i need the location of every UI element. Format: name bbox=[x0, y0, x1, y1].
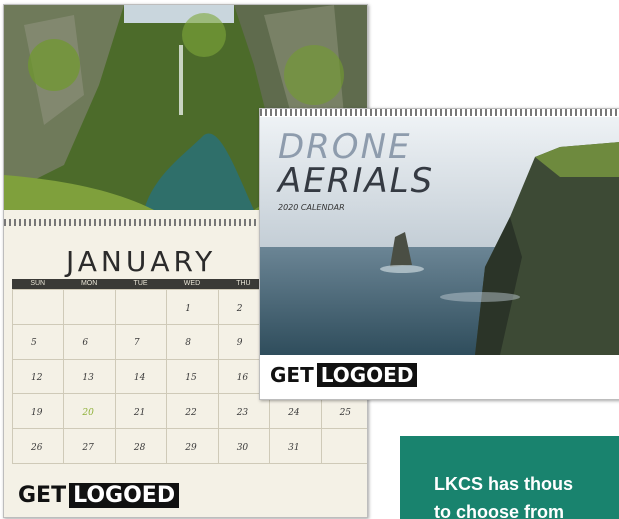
calendar-day-number: 5 bbox=[31, 338, 37, 349]
calendar-day-number: 22 bbox=[185, 407, 197, 418]
calendar-day-number: 15 bbox=[185, 373, 197, 384]
calendar-day-number: 30 bbox=[236, 442, 249, 453]
title-aerials: AERIALS bbox=[278, 161, 435, 201]
calendar-day-number: 1 bbox=[185, 303, 192, 314]
calendar-day-cell: 13 bbox=[64, 359, 116, 395]
calendar-day-number: 16 bbox=[236, 373, 249, 384]
calendar-day-cell bbox=[64, 290, 116, 325]
calendar-day-cell: 27 bbox=[64, 429, 116, 464]
cta-banner[interactable]: LKCS has thous to choose from bbox=[400, 436, 619, 519]
calendar-day-number: 8 bbox=[185, 338, 192, 349]
calendar-day-number: 29 bbox=[185, 442, 197, 453]
calendar-day-number: 6 bbox=[82, 338, 89, 349]
calendar-day-cell: 14 bbox=[115, 359, 168, 395]
front-calendar: DRONE AERIALS 2020 CALENDAR GET LOGOED bbox=[259, 108, 619, 400]
calendar-day-number: 31 bbox=[288, 442, 300, 453]
calendar-day-number: 27 bbox=[82, 442, 94, 453]
calendar-day-number: 7 bbox=[133, 338, 140, 349]
brand-get: GET bbox=[18, 483, 67, 508]
calendar-day-cell: 29 bbox=[167, 429, 219, 464]
calendar-day-cell: 12 bbox=[13, 359, 65, 395]
calendar-day-cell: 15 bbox=[167, 359, 219, 395]
brand-logo: GET LOGOED bbox=[270, 363, 418, 387]
calendar-day-cell: 31 bbox=[270, 429, 322, 464]
brand-logo: GET LOGOED bbox=[18, 483, 180, 508]
cta-text: LKCS has thous to choose from bbox=[434, 470, 573, 519]
calendar-day-cell: 19 bbox=[13, 394, 65, 430]
calendar-day-cell: 30 bbox=[218, 429, 271, 464]
calendar-day-cell bbox=[13, 290, 65, 325]
calendar-day-cell bbox=[115, 290, 168, 325]
calendar-day-cell bbox=[321, 429, 367, 464]
calendar-day-number: 23 bbox=[236, 407, 249, 418]
spiral-binding bbox=[260, 109, 619, 116]
calendar-day-cell: 28 bbox=[115, 429, 168, 464]
weekday-label: MON bbox=[80, 280, 98, 287]
weekday-label: TUE bbox=[133, 280, 148, 287]
calendar-day-number: 28 bbox=[133, 442, 146, 453]
calendar-day-number: 14 bbox=[133, 373, 146, 384]
weekday-label: SUN bbox=[30, 280, 46, 287]
cta-line-1: LKCS has thous bbox=[434, 474, 574, 494]
calendar-day-number: 13 bbox=[82, 373, 94, 384]
calendar-day-number: 24 bbox=[288, 407, 300, 418]
calendar-subtitle: 2020 CALENDAR bbox=[278, 203, 345, 212]
calendar-day-number: 2 bbox=[236, 303, 243, 314]
calendar-day-number: 12 bbox=[31, 373, 43, 384]
brand-get: GET bbox=[270, 363, 314, 387]
calendar-day-number: 9 bbox=[236, 338, 243, 349]
brand-logoed: LOGOED bbox=[316, 363, 418, 387]
calendar-day-cell: 22 bbox=[167, 394, 219, 430]
calendar-day-number: 19 bbox=[31, 407, 43, 418]
month-title: JANUARY bbox=[66, 245, 217, 278]
calendar-day-cell: 8 bbox=[167, 324, 219, 360]
calendar-day-cell: 20 bbox=[64, 394, 116, 430]
cta-line-2: to choose from bbox=[434, 502, 565, 519]
calendar-day-cell: 6 bbox=[64, 324, 116, 360]
brand-logoed: LOGOED bbox=[69, 483, 180, 508]
calendar-day-cell: 1 bbox=[167, 290, 219, 325]
calendar-day-number: 20 bbox=[82, 407, 94, 418]
calendar-day-cell: 7 bbox=[115, 324, 168, 360]
calendar-day-cell: 26 bbox=[13, 429, 65, 464]
calendar-day-number: 26 bbox=[31, 442, 43, 453]
weekday-label: WED bbox=[183, 280, 201, 287]
calendar-day-number: 25 bbox=[339, 407, 352, 418]
calendar-day-cell: 21 bbox=[115, 394, 168, 430]
calendar-day-cell: 5 bbox=[13, 324, 65, 360]
calendar-day-number: 21 bbox=[133, 407, 146, 418]
